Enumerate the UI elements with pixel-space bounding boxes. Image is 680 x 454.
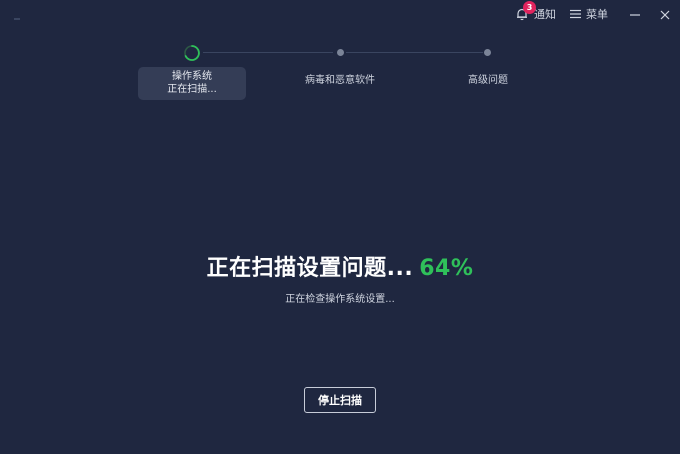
menu-button[interactable]: 菜单	[570, 6, 608, 22]
titlebar-controls: 3 通知 菜单	[515, 0, 680, 28]
scan-window: 3 通知 菜单 操作系统 正在扫描... 病毒和恶意软件 高级问题 正在扫描设置…	[0, 0, 680, 454]
step-connector	[346, 52, 483, 53]
notification-count-badge: 3	[523, 1, 536, 14]
scan-title: 正在扫描设置问题...	[206, 256, 414, 281]
step-dot-pending	[484, 49, 491, 56]
scan-status: 正在扫描设置问题... 64% 正在检查操作系统设置...	[0, 250, 680, 305]
step-operating-system[interactable]: 操作系统 正在扫描...	[138, 67, 246, 100]
menu-label: 菜单	[586, 8, 608, 21]
app-logo-mark	[14, 18, 20, 20]
scan-percent: 64%	[419, 256, 474, 281]
minimize-icon	[630, 5, 640, 24]
step-advanced-issues[interactable]: 高级问题	[428, 71, 548, 86]
minimize-button[interactable]	[620, 0, 650, 28]
step-connector	[203, 52, 333, 53]
scan-heading: 正在扫描设置问题... 64%	[0, 250, 680, 282]
step-dot-pending	[337, 49, 344, 56]
step-label: 操作系统	[172, 71, 212, 82]
stop-scan-button[interactable]: 停止扫描	[304, 387, 376, 413]
hamburger-icon	[570, 9, 581, 19]
notifications-button[interactable]: 3 通知	[515, 1, 556, 22]
spinner-icon	[183, 44, 201, 62]
step-sublabel: 正在扫描...	[167, 84, 217, 95]
notifications-label: 通知	[534, 8, 556, 21]
bell-icon: 3	[515, 1, 536, 21]
scan-stepper: 操作系统 正在扫描... 病毒和恶意软件 高级问题	[0, 40, 680, 110]
close-icon	[660, 5, 670, 24]
step-viruses-malware[interactable]: 病毒和恶意软件	[280, 71, 400, 86]
scan-subtitle: 正在检查操作系统设置...	[285, 294, 395, 305]
close-button[interactable]	[650, 0, 680, 28]
